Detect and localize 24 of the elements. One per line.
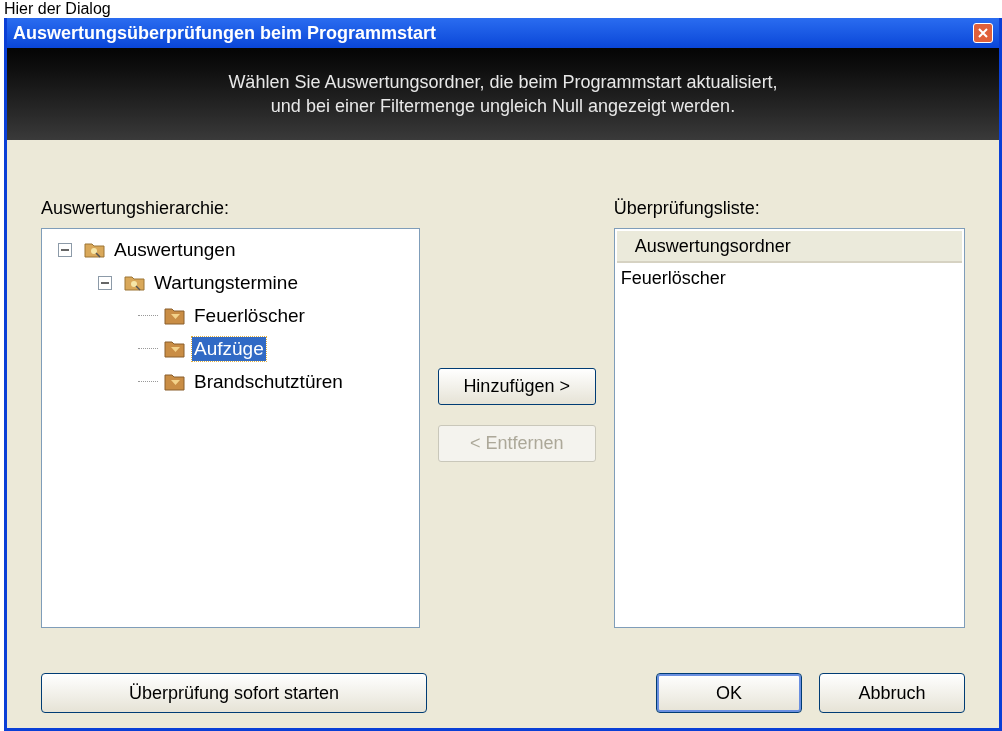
tree-item[interactable]: Wartungstermine — [152, 270, 300, 295]
column-header[interactable]: Auswertungsordner — [616, 231, 962, 263]
close-icon — [978, 28, 988, 38]
banner-text: und bei einer Filtermenge ungleich Null angezeigt werden. — [270, 95, 736, 118]
hierarchy-label: Auswertungshierarchie: — [41, 197, 231, 220]
banner-text: Wählen Sie Auswertungsordner, die beim Programmstart aktualisiert, — [228, 71, 778, 94]
collapse-toggle[interactable] — [98, 275, 112, 290]
ok-button[interactable]: OK — [656, 673, 802, 713]
tree-item[interactable]: Feuerlöscher — [192, 303, 307, 328]
start-check-button[interactable]: Überprüfung sofort starten — [41, 673, 427, 713]
folder-icon — [164, 305, 186, 326]
add-button[interactable]: Hinzufügen > — [437, 368, 596, 405]
cancel-button[interactable]: Abbruch — [819, 673, 965, 713]
tree-item[interactable]: Brandschutztüren — [192, 369, 345, 394]
collapse-toggle[interactable] — [58, 242, 72, 257]
close-button[interactable] — [973, 23, 993, 43]
list-row[interactable]: Feuerlöscher — [616, 263, 962, 293]
window-title: Auswertungsüberprüfungen beim Programmstart — [13, 21, 437, 45]
caption: Hier der Dialog — [3, 0, 112, 18]
tree-item[interactable]: Auswertungen — [112, 237, 238, 262]
check-list-label: Überprüfungsliste: — [613, 197, 761, 220]
tree-item[interactable]: Aufzüge — [192, 336, 266, 361]
folder-icon — [164, 338, 186, 359]
folder-icon — [164, 371, 186, 392]
